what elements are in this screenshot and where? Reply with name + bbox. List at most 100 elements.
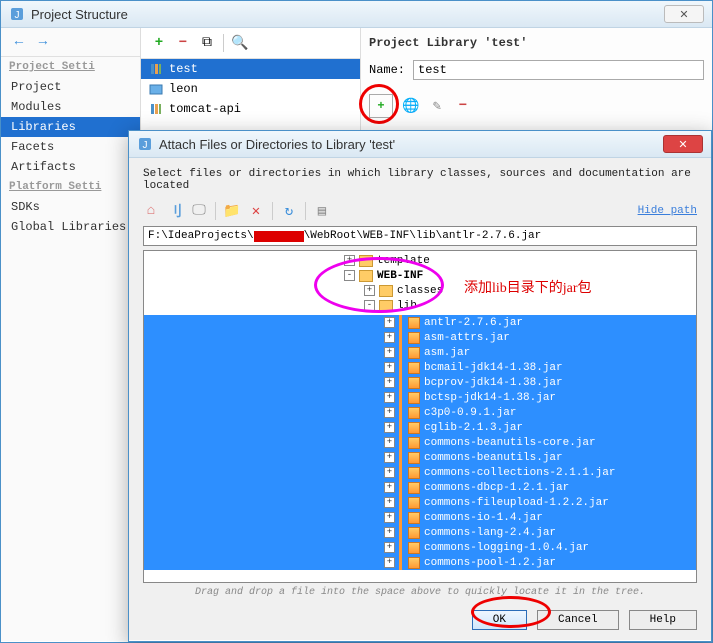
jar-icon [408,437,420,449]
tree-jar-row[interactable]: +commons-dbcp-1.2.1.jar [144,480,696,495]
tree-label: commons-lang-2.4.jar [424,527,556,539]
tree-jar-row[interactable]: +antlr-2.7.6.jar [144,315,696,330]
expand-icon[interactable]: + [384,407,395,418]
expand-icon[interactable]: + [384,347,395,358]
delete-icon[interactable]: ✕ [248,203,264,219]
refresh-icon[interactable]: ↻ [281,203,297,219]
library-item[interactable]: test [141,59,360,79]
jar-icon [408,422,420,434]
attach-dialog: J Attach Files or Directories to Library… [128,130,712,642]
tree-folder-row[interactable]: -WEB-INF [144,268,696,283]
sidebar-item-artifacts[interactable]: Artifacts [1,157,140,177]
tree-jar-row[interactable]: + bctsp-jdk14-1.38.jar [144,390,696,405]
expand-icon[interactable]: + [384,497,395,508]
jar-icon [408,557,420,569]
expand-icon[interactable]: + [384,452,395,463]
tree-jar-row[interactable]: + cglib-2.1.3.jar [144,420,696,435]
expand-icon[interactable]: + [384,332,395,343]
tree-jar-row[interactable]: +asm.jar [144,345,696,360]
expand-icon[interactable]: + [384,392,395,403]
tree-jar-row[interactable]: +commons-beanutils-core.jar [144,435,696,450]
separator [272,202,273,220]
tree-jar-row[interactable]: +bcmail-jdk14-1.38.jar [144,360,696,375]
library-item-label: leon [169,82,198,96]
main-close-button[interactable]: ✕ [664,5,704,23]
dialog-title: Attach Files or Directories to Library '… [159,137,395,152]
forward-icon[interactable]: → [35,34,51,50]
library-item[interactable]: leon [141,79,360,99]
sidebar-item-facets[interactable]: Facets [1,137,140,157]
copy-library-icon[interactable]: ⧉ [199,35,215,51]
tree-label: template [377,255,430,267]
expand-icon[interactable]: + [384,422,395,433]
expand-icon[interactable]: + [384,542,395,553]
tree-folder-row[interactable]: -lib [144,298,696,313]
tree-label: commons-io-1.4.jar [424,512,543,524]
library-item[interactable]: tomcat-api [141,99,360,119]
sidebar-item-libraries[interactable]: Libraries [1,117,140,137]
new-folder-icon[interactable]: 📁 [224,203,240,219]
file-tree[interactable]: + template-WEB-INF+classes-lib +antlr-2.7… [143,250,697,583]
expand-icon[interactable]: + [364,285,375,296]
desktop-icon[interactable]: 🖵 [191,203,207,219]
back-icon[interactable]: ← [11,34,27,50]
tree-label: bctsp-jdk14-1.38.jar [424,392,556,404]
tree-jar-row[interactable]: + commons-fileupload-1.2.2.jar [144,495,696,510]
sidebar: ← → Project Setti ProjectModulesLibrarie… [1,28,141,641]
tree-jar-row[interactable]: + commons-io-1.4.jar [144,510,696,525]
edit-icon[interactable]: ✎ [429,98,445,114]
tree-jar-row[interactable]: + commons-beanutils.jar [144,450,696,465]
library-name-input[interactable] [413,60,704,80]
tree-label: commons-fileupload-1.2.2.jar [424,497,609,509]
sidebar-item-project[interactable]: Project [1,77,140,97]
remove-item-icon[interactable]: − [455,98,471,114]
folder-icon [379,285,393,297]
jar-stripe-icon [399,435,402,450]
tree-folder-row[interactable]: +classes [144,283,696,298]
remove-library-icon[interactable]: − [175,35,191,51]
tree-jar-row[interactable]: + commons-lang-2.4.jar [144,525,696,540]
globe-icon[interactable]: 🌐 [403,98,419,114]
add-library-icon[interactable]: + [151,35,167,51]
jar-stripe-icon [399,345,402,360]
tree-jar-row[interactable]: +commons-logging-1.0.4.jar [144,540,696,555]
expand-icon[interactable]: + [384,467,395,478]
attach-files-button[interactable]: + [369,94,393,118]
show-hidden-icon[interactable]: ▤ [314,203,330,219]
tree-folder-row[interactable]: + template [144,253,696,268]
hide-path-link[interactable]: Hide path [638,205,697,217]
dialog-close-button[interactable]: ✕ [663,135,703,153]
expand-icon[interactable]: + [384,527,395,538]
sidebar-item-modules[interactable]: Modules [1,97,140,117]
tree-jar-row[interactable]: +asm-attrs.jar [144,330,696,345]
path-input[interactable]: F:\IdeaProjects\\WebRoot\WEB-INF\lib\ant… [143,226,697,246]
home-icon[interactable]: ⌂ [143,203,159,219]
collapse-icon[interactable]: - [344,270,355,281]
sidebar-item-global-libraries[interactable]: Global Libraries [1,217,140,237]
expand-icon[interactable]: + [384,482,395,493]
tree-label: commons-beanutils.jar [424,452,563,464]
find-icon[interactable]: 🔍 [232,35,248,51]
collapse-icon[interactable]: - [364,300,375,311]
expand-icon[interactable]: + [344,255,355,266]
sidebar-item-sdks[interactable]: SDKs [1,197,140,217]
tree-jar-row[interactable]: +bcprov-jdk14-1.38.jar [144,375,696,390]
jar-stripe-icon [399,390,402,405]
expand-icon[interactable]: + [384,557,395,568]
project-icon[interactable]: 刂 [167,203,183,219]
expand-icon[interactable]: + [384,377,395,388]
separator [223,34,224,52]
tree-jar-row[interactable]: +commons-pool-1.2.jar [144,555,696,570]
path-suffix: \WebRoot\WEB-INF\lib\antlr-2.7.6.jar [304,230,542,242]
tree-jar-row[interactable]: +commons-collections-2.1.1.jar [144,465,696,480]
tree-label: cglib-2.1.3.jar [424,422,523,434]
cancel-button[interactable]: Cancel [537,610,619,630]
ok-button[interactable]: OK [472,610,527,630]
expand-icon[interactable]: + [384,437,395,448]
library-toolbar: + − ⧉ 🔍 [141,28,360,59]
expand-icon[interactable]: + [384,362,395,373]
help-button[interactable]: Help [629,610,697,630]
tree-jar-row[interactable]: +c3p0-0.9.1.jar [144,405,696,420]
expand-icon[interactable]: + [384,512,395,523]
expand-icon[interactable]: + [384,317,395,328]
